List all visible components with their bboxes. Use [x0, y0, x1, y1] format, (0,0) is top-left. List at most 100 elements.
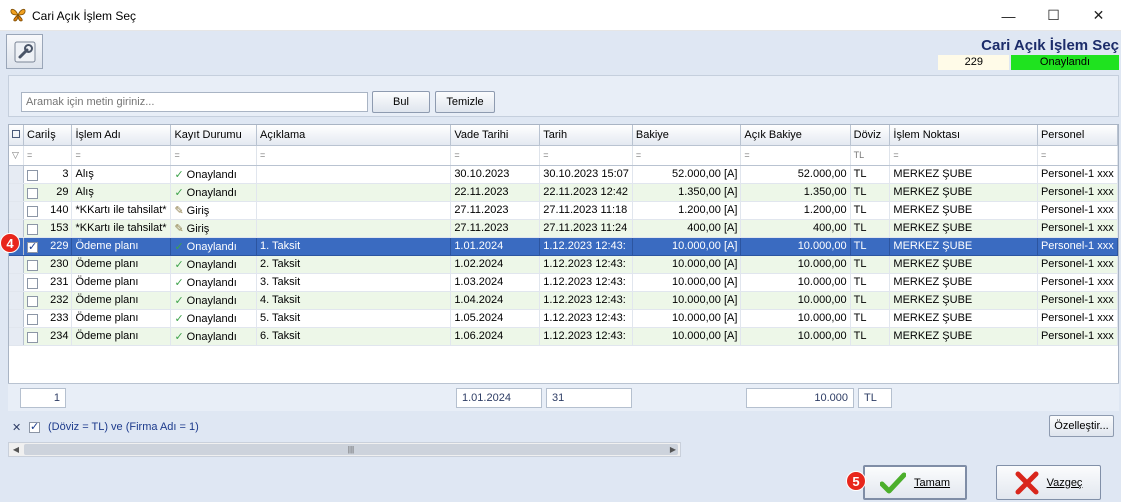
cell-open_balance: 10.000,00	[740, 273, 851, 292]
cell-status: ✎ Giriş	[170, 219, 257, 238]
cell-open_balance: 52.000,00	[740, 165, 851, 184]
cell-desc	[256, 219, 452, 238]
cell-id[interactable]: 234	[23, 327, 73, 346]
table-row[interactable]: 29 Alış ✓ Onaylandı 22.11.2023 22.11.2023 12:…	[9, 183, 1118, 202]
filter-icon[interactable]: ▽	[9, 145, 24, 166]
cell-id[interactable]: 140	[23, 201, 73, 220]
row-checkbox[interactable]	[27, 277, 38, 289]
horizontal-scrollbar[interactable]: ◀ ||| ▶	[8, 442, 681, 457]
tools-button[interactable]	[6, 34, 43, 69]
row-indicator[interactable]	[9, 273, 24, 292]
header-indicator[interactable]	[9, 125, 24, 146]
column-header[interactable]: Vade Tarihi	[450, 125, 541, 146]
row-id: 140	[50, 203, 69, 216]
row-indicator[interactable]	[9, 309, 24, 328]
row-checkbox[interactable]	[27, 313, 38, 325]
column-header[interactable]: Kayıt Durumu	[170, 125, 257, 146]
cell-id[interactable]: 153	[23, 219, 73, 238]
column-filter-cell[interactable]: =	[539, 145, 633, 166]
table-row[interactable]: 233 Ödeme planı ✓ Onaylandı 5. Taksit 1.05.20…	[9, 309, 1118, 328]
row-checkbox[interactable]	[27, 295, 38, 307]
cancel-button[interactable]: Vazgeç	[996, 465, 1101, 500]
table-row[interactable]: 232 Ödeme planı ✓ Onaylandı 4. Taksit 1.04.20…	[9, 291, 1118, 310]
column-filter-cell[interactable]: =	[740, 145, 851, 166]
scroll-left-icon[interactable]: ◀	[9, 443, 23, 456]
cell-balance: 10.000,00 [A]	[632, 237, 742, 256]
row-checkbox[interactable]	[27, 169, 38, 181]
cell-due: 27.11.2023	[450, 201, 541, 220]
column-filter-cell[interactable]: =	[450, 145, 541, 166]
column-header[interactable]: Açıklama	[256, 125, 452, 146]
table-row[interactable]: 3 Alış ✓ Onaylandı 30.10.2023 30.10.2023 15:0…	[9, 165, 1118, 184]
filter-expression[interactable]: (Döviz = TL) ve (Firma Adı = 1)	[48, 421, 199, 433]
edit-icon: ✎	[174, 204, 184, 217]
column-chooser-icon[interactable]	[12, 129, 20, 138]
cell-name: Ödeme planı	[71, 237, 172, 256]
cell-id[interactable]: 230	[23, 255, 73, 274]
column-header[interactable]: Açık Bakiye	[740, 125, 851, 146]
cell-id[interactable]: 29	[23, 183, 73, 202]
cell-id[interactable]: 3	[23, 165, 73, 184]
cell-name: Ödeme planı	[71, 255, 172, 274]
column-filter-cell[interactable]: =	[256, 145, 452, 166]
column-header[interactable]: Tarih	[539, 125, 633, 146]
row-indicator[interactable]	[9, 291, 24, 310]
filter-close-icon[interactable]: ✕	[12, 421, 21, 434]
filter-enable-checkbox[interactable]	[29, 420, 40, 433]
cell-status: ✎ Giriş	[170, 201, 257, 220]
find-button[interactable]: Bul	[372, 91, 430, 113]
column-header[interactable]: İşlem Noktası	[889, 125, 1038, 146]
row-indicator[interactable]	[9, 255, 24, 274]
column-filter-cell[interactable]: =	[632, 145, 742, 166]
cell-name: Alış	[71, 183, 172, 202]
cell-id[interactable]: 233	[23, 309, 73, 328]
close-button[interactable]: ✕	[1076, 0, 1121, 31]
table-row[interactable]: 140 *KKartı ile tahsilat* ✎ Giriş 27.11.2023…	[9, 201, 1118, 220]
table-row[interactable]: 153 *KKartı ile tahsilat* ✎ Giriş 27.11.2023…	[9, 219, 1118, 238]
column-filter-cell[interactable]: =	[23, 145, 73, 166]
column-header[interactable]: Bakiye	[632, 125, 742, 146]
row-indicator[interactable]	[9, 201, 24, 220]
row-checkbox[interactable]	[27, 259, 38, 271]
row-checkbox[interactable]	[27, 223, 38, 235]
table-row[interactable]: 234 Ödeme planı ✓ Onaylandı 6. Taksit 1.06.20…	[9, 327, 1118, 346]
row-id: 3	[62, 167, 69, 180]
row-checkbox[interactable]	[27, 331, 38, 343]
cell-id[interactable]: 229	[23, 237, 73, 256]
row-checkbox[interactable]	[27, 205, 38, 217]
column-filter-cell[interactable]: =	[1037, 145, 1118, 166]
cell-open_balance: 10.000,00	[740, 237, 851, 256]
column-header[interactable]: Personel	[1037, 125, 1118, 146]
cell-open_balance: 400,00	[740, 219, 851, 238]
row-checkbox[interactable]	[27, 240, 38, 253]
column-header[interactable]: İşlem Adı	[71, 125, 172, 146]
row-indicator[interactable]	[9, 183, 24, 202]
customize-button[interactable]: Özelleştir...	[1049, 415, 1114, 437]
scroll-right-icon[interactable]: ▶	[666, 443, 680, 456]
row-checkbox[interactable]	[27, 187, 38, 199]
column-header[interactable]: Döviz	[850, 125, 891, 146]
scroll-thumb[interactable]: |||	[24, 444, 678, 455]
row-indicator[interactable]	[9, 165, 24, 184]
column-header[interactable]: Cariİş	[23, 125, 73, 146]
clear-button[interactable]: Temizle	[435, 91, 495, 113]
maximize-button[interactable]: ☐	[1031, 0, 1076, 31]
column-filter-cell[interactable]: =	[71, 145, 172, 166]
cell-open_balance: 1.200,00	[740, 201, 851, 220]
table-row[interactable]: 230 Ödeme planı ✓ Onaylandı 2. Taksit 1.02.20…	[9, 255, 1118, 274]
table-row[interactable]: 231 Ödeme planı ✓ Onaylandı 3. Taksit 1.03.20…	[9, 273, 1118, 292]
column-filter-cell[interactable]: =	[889, 145, 1038, 166]
cell-currency: TL	[850, 183, 891, 202]
cell-point: MERKEZ ŞUBE	[889, 273, 1038, 292]
column-filter-cell[interactable]: =	[170, 145, 257, 166]
column-filter-cell[interactable]: TL	[850, 145, 891, 166]
search-input[interactable]	[21, 92, 368, 112]
cell-id[interactable]: 231	[23, 273, 73, 292]
cell-balance: 10.000,00 [A]	[632, 291, 742, 310]
cell-id[interactable]: 232	[23, 291, 73, 310]
table-row[interactable]: 229Ödeme planı✓Onaylandı1. Taksit1.01.20…	[9, 237, 1118, 256]
minimize-button[interactable]: —	[986, 0, 1031, 31]
cell-point: MERKEZ ŞUBE	[889, 183, 1038, 202]
ok-button[interactable]: Tamam	[863, 465, 967, 500]
row-indicator[interactable]	[9, 327, 24, 346]
